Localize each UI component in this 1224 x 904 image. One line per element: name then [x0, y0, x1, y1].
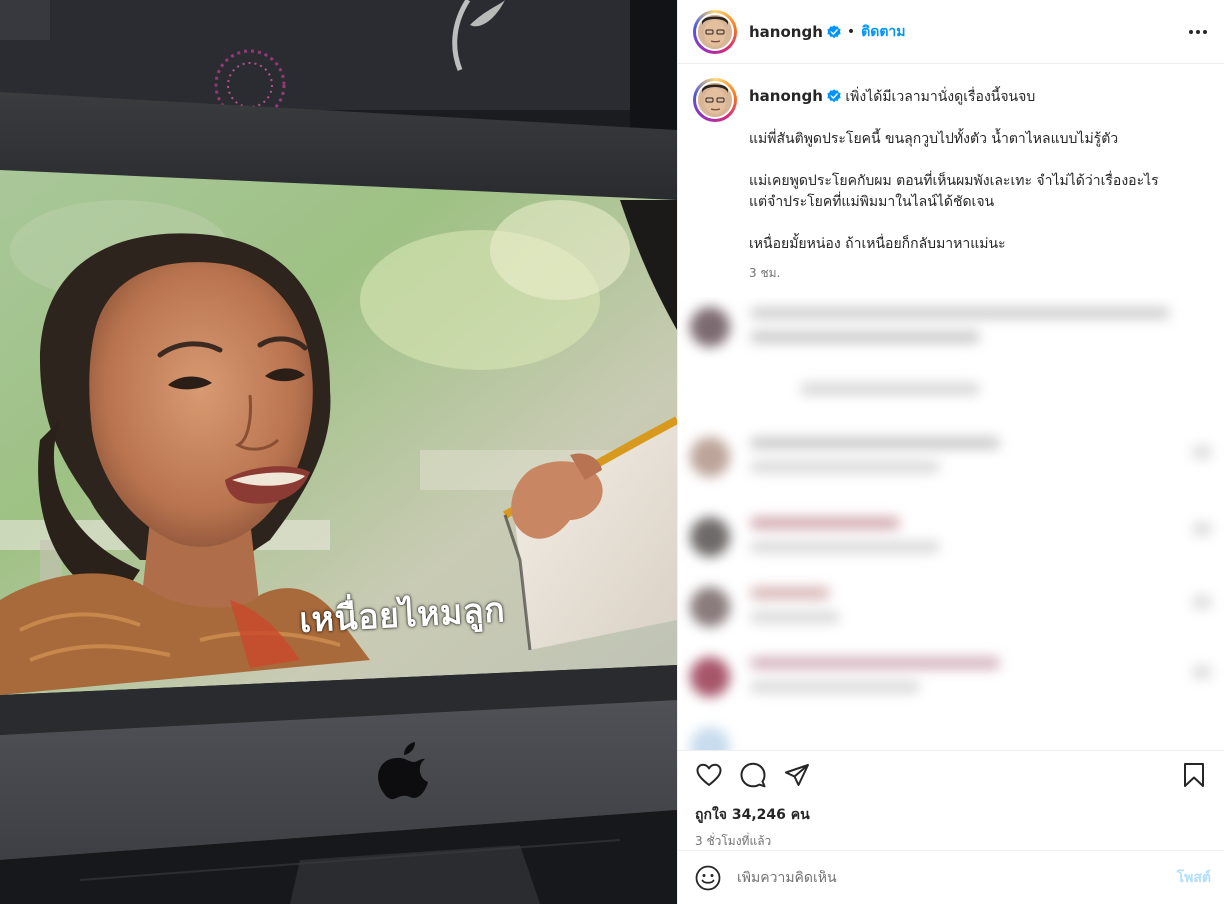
- caption-text-line: แต่จำประโยคที่แม่พิมมาในไลน์ได้ชัดเจน: [749, 194, 995, 210]
- comment-item: [690, 657, 1000, 705]
- blurred-comments: [678, 297, 1224, 750]
- caption-text-line: แม่พี่สันติพูดประโยคนี้ ขนลุกวูบไปทั้งตั…: [749, 131, 1119, 147]
- caption-timestamp[interactable]: 3 ชม.: [749, 263, 1159, 284]
- comment-item: [690, 517, 940, 565]
- share-button[interactable]: [782, 760, 812, 790]
- caption-text-line: แม่เคยพูดประโยคกับผม ตอนที่เห็นผมพังเละเ…: [749, 173, 1159, 189]
- photo-illustration: [0, 0, 677, 904]
- caption-username[interactable]: hanongh: [749, 87, 823, 105]
- header-username[interactable]: hanongh: [749, 23, 823, 41]
- comment-item: [690, 587, 840, 635]
- bookmark-icon: [1184, 762, 1204, 787]
- caption-body: hanongh เพิ่งได้มีเวลามานั่งดูเรื่องนี้จ…: [749, 78, 1159, 284]
- instagram-post-view: เหนื่อยไหมลูก hanongh • ติดตาม hanongh เ…: [0, 0, 1224, 904]
- like-button[interactable]: [694, 760, 724, 790]
- avatar[interactable]: [693, 9, 737, 54]
- caption-first-line: hanongh เพิ่งได้มีเวลามานั่งดูเรื่องนี้จ…: [749, 86, 1159, 108]
- add-comment-bar: โพสต์: [678, 850, 1224, 904]
- emoji-icon[interactable]: [695, 865, 721, 891]
- verified-badge-icon: [827, 89, 841, 103]
- post-header: hanongh • ติดตาม: [678, 0, 1224, 64]
- comments-list[interactable]: [678, 297, 1224, 750]
- video-subtitle: เหนื่อยไหมลูก: [298, 590, 507, 641]
- header-separator: •: [846, 23, 856, 40]
- comment-item: [690, 437, 1000, 485]
- save-button[interactable]: [1179, 760, 1209, 790]
- avatar-face-icon: [698, 14, 732, 49]
- share-icon: [785, 763, 809, 786]
- post-comment-button[interactable]: โพสต์: [1177, 867, 1211, 889]
- follow-button[interactable]: ติดตาม: [861, 21, 905, 43]
- comment-icon: [740, 762, 766, 787]
- comment-item: [690, 307, 1170, 407]
- post-photo[interactable]: เหนื่อยไหมลูก: [0, 0, 677, 904]
- avatar-face-icon: [698, 83, 732, 117]
- more-options-icon[interactable]: [1186, 20, 1210, 44]
- verified-badge-icon: [827, 24, 841, 38]
- heart-icon: [696, 763, 722, 786]
- comment-button[interactable]: [738, 760, 768, 790]
- caption-avatar[interactable]: [693, 78, 737, 122]
- comment-item: [690, 727, 730, 750]
- post-actions: [678, 750, 1224, 798]
- caption-text-line: เพิ่งได้มีเวลามานั่งดูเรื่องนี้จนจบ: [845, 89, 1036, 105]
- comment-input[interactable]: [737, 869, 1177, 886]
- post-timestamp[interactable]: 3 ชั่วโมงที่แล้ว: [678, 826, 1224, 851]
- post-caption: hanongh เพิ่งได้มีเวลามานั่งดูเรื่องนี้จ…: [678, 64, 1224, 284]
- likes-count[interactable]: ถูกใจ 34,246 คน: [678, 798, 1224, 826]
- caption-text-line: เหนื่อยมั้ยหน่อง ถ้าเหนื่อยก็กลับมาหาแม่…: [749, 236, 1006, 252]
- post-side-panel: hanongh • ติดตาม hanongh เพิ่งได้มีเวลาม…: [677, 0, 1224, 904]
